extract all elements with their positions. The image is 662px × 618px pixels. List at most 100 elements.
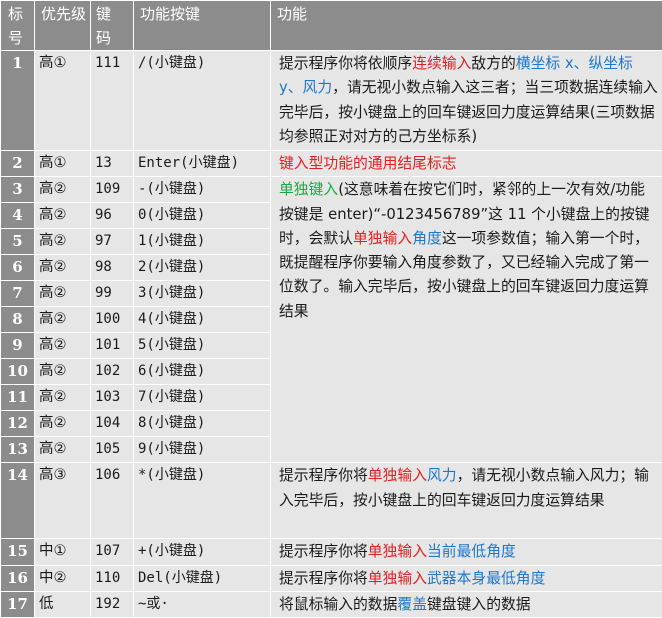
desc-highlight: 单独输入 [353, 230, 412, 247]
row-key: *(小键盘) [134, 463, 271, 539]
desc-highlight: 角度 [412, 230, 442, 247]
row-keycode: 103 [91, 385, 134, 411]
row-keycode: 105 [91, 437, 134, 463]
row-key: 4(小键盘) [134, 307, 271, 333]
table-row: 17 低 192 ~或· 将鼠标输入的数据覆盖键盘键入的数据 [1, 591, 662, 617]
row-priority: 高② [35, 307, 91, 333]
row-key: +(小键盘) [134, 539, 271, 565]
row-number: 12 [1, 411, 35, 437]
table-row: 2 高① 13 Enter(小键盘) 键入型功能的通用结尾标志 [1, 151, 662, 177]
desc-text: 提示程序你将 [279, 543, 368, 560]
row-keycode: 96 [91, 203, 134, 229]
row-key: 7(小键盘) [134, 385, 271, 411]
row-number: 10 [1, 359, 35, 385]
row-keycode: 109 [91, 177, 134, 203]
row-priority: 高② [35, 359, 91, 385]
row-number: 3 [1, 177, 35, 203]
row-description: 提示程序你将单独输入当前最低角度 [271, 539, 662, 565]
desc-text: 键盘键入的数据 [427, 596, 531, 613]
row-priority: 高② [35, 333, 91, 359]
row-key: -(小键盘) [134, 177, 271, 203]
row-key: 0(小键盘) [134, 203, 271, 229]
row-key: /(小键盘) [134, 51, 271, 151]
row-priority: 高② [35, 229, 91, 255]
desc-highlight: 连续输入 [412, 55, 471, 72]
row-number: 5 [1, 229, 35, 255]
table-row: 15 中① 107 +(小键盘) 提示程序你将单独输入当前最低角度 [1, 539, 662, 565]
row-keycode: 192 [91, 591, 134, 617]
row-priority: 高② [35, 177, 91, 203]
desc-text: 提示程序你将 [279, 467, 368, 484]
table-row: 16 中② 110 Del(小键盘) 提示程序你将单独输入武器本身最低角度 [1, 565, 662, 591]
row-key: ~或· [134, 591, 271, 617]
row-keycode: 104 [91, 411, 134, 437]
row-priority: 高② [35, 437, 91, 463]
desc-highlight: 风力 [427, 467, 457, 484]
row-description: 键入型功能的通用结尾标志 [271, 151, 662, 177]
row-keycode: 13 [91, 151, 134, 177]
row-priority: 高③ [35, 463, 91, 539]
row-number: 13 [1, 437, 35, 463]
row-number: 15 [1, 539, 35, 565]
desc-text: ，请无视小数点输入这三者；当三项数据连续输入完毕后，按小键盘上的回车键返回力度运… [279, 79, 658, 145]
row-number: 2 [1, 151, 35, 177]
row-key: 5(小键盘) [134, 333, 271, 359]
table-header-row: 标号 优先级 键码 功能按键 功能 [1, 1, 662, 51]
desc-highlight: 键入型功能的通用结尾标志 [279, 155, 457, 172]
row-key: Enter(小键盘) [134, 151, 271, 177]
row-keycode: 102 [91, 359, 134, 385]
row-priority: 高① [35, 151, 91, 177]
row-priority: 高② [35, 203, 91, 229]
row-number: 14 [1, 463, 35, 539]
row-priority: 高② [35, 411, 91, 437]
row-number: 9 [1, 333, 35, 359]
row-key: 9(小键盘) [134, 437, 271, 463]
row-priority: 低 [35, 591, 91, 617]
row-priority: 中① [35, 539, 91, 565]
row-keycode: 111 [91, 51, 134, 151]
row-number: 11 [1, 385, 35, 411]
row-keycode: 101 [91, 333, 134, 359]
desc-highlight: 单独键入 [279, 181, 338, 198]
row-keycode: 97 [91, 229, 134, 255]
table-row: 1 高① 111 /(小键盘) 提示程序你将依顺序连续输入敌方的横坐标 x、纵坐… [1, 51, 662, 151]
row-key: 6(小键盘) [134, 359, 271, 385]
desc-highlight: 单独输入 [368, 467, 427, 484]
table-row: 14 高③ 106 *(小键盘) 提示程序你将单独输入风力，请无视小数点输入风力… [1, 463, 662, 539]
row-priority: 高① [35, 51, 91, 151]
desc-highlight: 武器本身最低角度 [427, 570, 545, 587]
header-key: 功能按键 [134, 1, 271, 51]
row-keycode: 107 [91, 539, 134, 565]
row-priority: 高② [35, 281, 91, 307]
row-keycode: 99 [91, 281, 134, 307]
desc-text: 提示程序你将 [279, 570, 368, 587]
row-description: 提示程序你将依顺序连续输入敌方的横坐标 x、纵坐标 y、风力，请无视小数点输入这… [271, 51, 662, 151]
row-priority: 高② [35, 255, 91, 281]
desc-text: 敌方的 [471, 55, 515, 72]
desc-highlight: 覆盖 [397, 596, 427, 613]
row-key: 3(小键盘) [134, 281, 271, 307]
desc-highlight: 单独输入 [368, 543, 427, 560]
row-number: 1 [1, 51, 35, 151]
desc-highlight: 单独输入 [368, 570, 427, 587]
desc-highlight: 当前最低角度 [427, 543, 516, 560]
row-description: 提示程序你将单独输入风力，请无视小数点输入风力；输入完毕后，按小键盘上的回车键返… [271, 463, 662, 539]
row-number: 16 [1, 565, 35, 591]
row-keycode: 100 [91, 307, 134, 333]
header-priority: 优先级 [35, 1, 91, 51]
table-row: 3 高② 109 -(小键盘) 单独键入(这意味着在按它们时，紧邻的上一次有效/… [1, 177, 662, 203]
row-number: 6 [1, 255, 35, 281]
row-priority: 高② [35, 385, 91, 411]
desc-text: 提示程序你将依顺序 [279, 55, 412, 72]
key-function-table: 标号 优先级 键码 功能按键 功能 1 高① 111 /(小键盘) 提示程序你将… [0, 0, 662, 618]
header-keycode: 键码 [91, 1, 134, 51]
row-key: 8(小键盘) [134, 411, 271, 437]
row-keycode: 98 [91, 255, 134, 281]
row-description: 单独键入(这意味着在按它们时，紧邻的上一次有效/功能按键是 enter)“-01… [271, 177, 662, 463]
row-description: 提示程序你将单独输入武器本身最低角度 [271, 565, 662, 591]
header-num: 标号 [1, 1, 35, 51]
row-number: 17 [1, 591, 35, 617]
row-number: 4 [1, 203, 35, 229]
desc-text: 将鼠标输入的数据 [279, 596, 397, 613]
row-number: 8 [1, 307, 35, 333]
